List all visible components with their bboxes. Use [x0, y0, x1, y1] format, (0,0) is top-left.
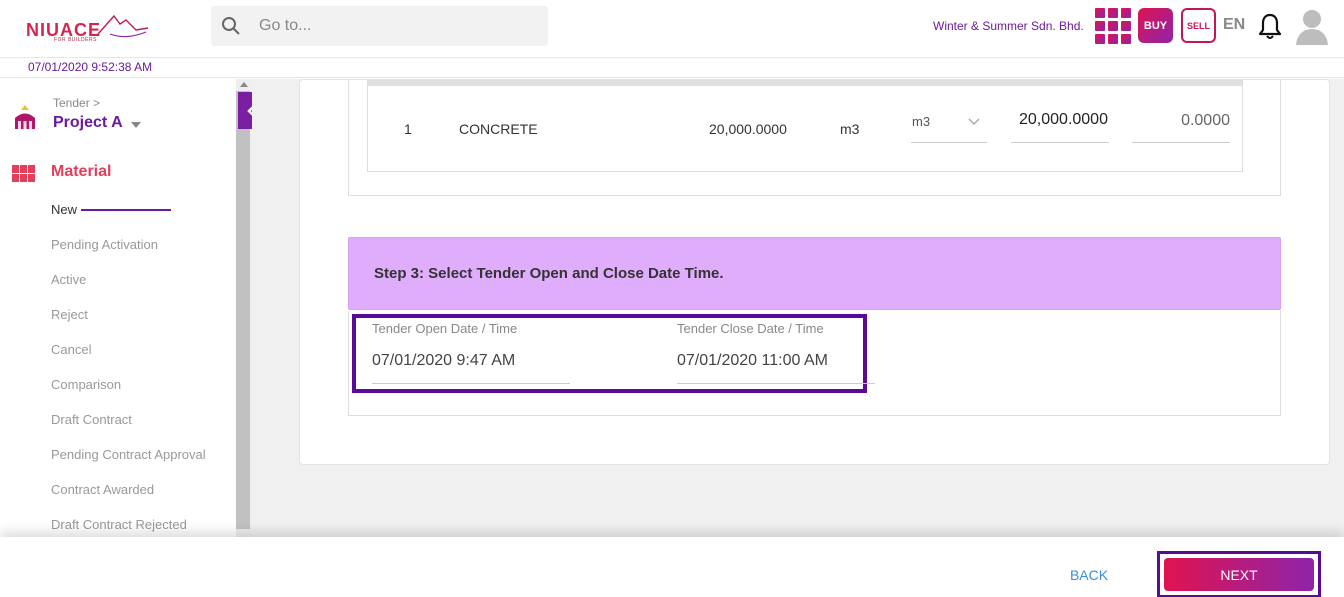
avatar[interactable] [1295, 7, 1329, 45]
current-datetime: 07/01/2020 9:52:38 AM [28, 60, 153, 74]
active-indicator [81, 209, 171, 211]
material-grid-icon [12, 165, 35, 182]
row-number: 1 [404, 121, 412, 137]
top-header: NIUACE FOR BUILDERS Winter & Summer Sdn.… [0, 0, 1344, 58]
sidebar-item-draft-contract[interactable]: Draft Contract [51, 412, 132, 427]
sidebar-item-pending-activation[interactable]: Pending Activation [51, 237, 158, 252]
material-panel: 1 CONCRETE 20,000.0000 m3 m3 20,000.0000 [348, 80, 1281, 196]
uom-select[interactable]: m3 [911, 104, 987, 143]
breadcrumb[interactable]: Tender > [53, 96, 100, 110]
sidebar-item-cancel[interactable]: Cancel [51, 342, 91, 357]
close-date-input[interactable]: 07/01/2020 11:00 AM [677, 352, 828, 370]
step3-title: Step 3: Select Tender Open and Close Dat… [374, 265, 724, 282]
material-name: CONCRETE [459, 121, 538, 137]
language-switch[interactable]: EN [1223, 16, 1245, 34]
back-button[interactable]: BACK [1058, 567, 1120, 583]
sidebar-item-contract-awarded[interactable]: Contract Awarded [51, 482, 154, 497]
sell-button[interactable]: SELL [1181, 8, 1216, 43]
sidebar-scrollbar[interactable] [236, 79, 252, 537]
scrollbar-thumb[interactable] [236, 91, 250, 529]
bell-icon[interactable] [1258, 12, 1282, 40]
material-table: 1 CONCRETE 20,000.0000 m3 m3 20,000.0000 [367, 80, 1243, 172]
project-building-icon [15, 105, 35, 129]
search-icon [222, 17, 240, 35]
niuace-logo[interactable]: NIUACE FOR BUILDERS [26, 12, 152, 46]
open-date-underline [372, 383, 570, 384]
open-date-input[interactable]: 07/01/2020 9:47 AM [372, 352, 515, 370]
logo-mark-icon [97, 14, 149, 38]
chevron-down-icon [968, 118, 980, 126]
project-selector[interactable]: Project A [53, 114, 123, 132]
datetime-bar: 07/01/2020 9:52:38 AM [0, 58, 1344, 78]
next-button-highlight: NEXT [1157, 551, 1321, 597]
search-input[interactable] [259, 6, 539, 46]
main-content: 1 CONCRETE 20,000.0000 m3 m3 20,000.0000 [252, 79, 1344, 537]
sidebar-item-new[interactable]: New [51, 202, 77, 217]
step3-body: Tender Open Date / Time 07/01/2020 9:47 … [348, 311, 1281, 416]
sidebar: Tender > Project A Material New Pending … [0, 79, 236, 537]
open-date-label: Tender Open Date / Time [372, 321, 518, 336]
price-input[interactable]: 0.0000 [1132, 104, 1230, 143]
sidebar-item-comparison[interactable]: Comparison [51, 377, 121, 392]
sidebar-item-pending-contract-approval[interactable]: Pending Contract Approval [51, 447, 206, 462]
apps-grid-icon[interactable] [1095, 8, 1131, 44]
buy-button[interactable]: BUY [1138, 8, 1173, 43]
sidebar-item-reject[interactable]: Reject [51, 307, 88, 322]
sidebar-item-active[interactable]: Active [51, 272, 86, 287]
search-bar[interactable] [211, 6, 548, 46]
material-quantity: 20,000.0000 [709, 121, 787, 137]
sidebar-item-draft-contract-rejected[interactable]: Draft Contract Rejected [51, 517, 187, 532]
caret-down-icon[interactable] [131, 122, 141, 128]
scroll-up-arrow-icon[interactable] [240, 82, 248, 87]
footer-actions: BACK NEXT [0, 537, 1344, 597]
company-name: Winter & Summer Sdn. Bhd. [933, 19, 1084, 33]
section-material[interactable]: Material [51, 163, 111, 181]
material-unit: m3 [840, 121, 860, 137]
step3-header: Step 3: Select Tender Open and Close Dat… [348, 237, 1281, 310]
close-date-underline [677, 383, 875, 384]
next-button[interactable]: NEXT [1164, 558, 1314, 591]
tender-form-card: 1 CONCRETE 20,000.0000 m3 m3 20,000.0000 [299, 79, 1330, 465]
close-date-label: Tender Close Date / Time [677, 321, 824, 336]
quantity-input[interactable]: 20,000.0000 [1011, 104, 1109, 143]
